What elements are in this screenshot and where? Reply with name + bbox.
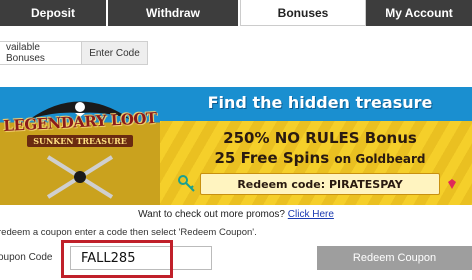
subtab-available-bonuses[interactable]: vailable Bonuses [0,41,82,65]
logo-title: LEGENDARY LOOT [2,108,158,136]
more-promos-text: Want to check out more promos? [138,209,288,220]
gem-icon [448,179,456,189]
subtab-enter-code[interactable]: Enter Code [82,41,148,65]
banner-redeem-code: Redeem code: PIRATESPAY [200,173,440,195]
tab-deposit[interactable]: Deposit [0,0,108,26]
bonus-subtabs: vailable Bonuses Enter Code [0,41,148,65]
tab-withdraw[interactable]: Withdraw [108,0,240,26]
free-spins-main: 25 Free Spins [214,149,330,167]
promo-banner[interactable]: LEGENDARY LOOT SUNKEN TREASURE Find the … [0,87,472,205]
tab-bonuses[interactable]: Bonuses [240,0,366,26]
redeem-coupon-button[interactable]: Redeem Coupon [317,246,472,270]
game-logo: LEGENDARY LOOT SUNKEN TREASURE [0,109,160,149]
coupon-code-label: oupon Code [0,252,53,263]
crossed-swords-icon [46,155,114,199]
click-here-link[interactable]: Click Here [288,209,334,220]
bonus-offer: 250% NO RULES Bonus [223,129,417,147]
key-icon [178,175,195,192]
banner-headline: Find the hidden treasure [207,93,433,112]
tab-my-account[interactable]: My Account [366,0,472,26]
logo-subtitle: SUNKEN TREASURE [27,135,133,147]
free-spins-offer: 25 Free Spins on Goldbeard [170,149,470,167]
redeem-instructions: redeem a coupon enter a code then select… [0,227,257,238]
coupon-code-input[interactable] [70,246,212,270]
free-spins-game: on Goldbeard [334,152,426,166]
more-promos-line: Want to check out more promos? Click Her… [0,209,472,220]
main-tabs: Deposit Withdraw Bonuses My Account [0,0,472,26]
